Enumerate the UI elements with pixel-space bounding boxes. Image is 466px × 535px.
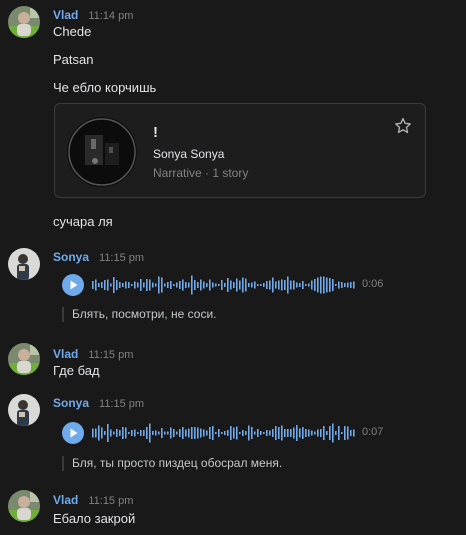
message-header: Sonya 11:15 pm	[53, 396, 144, 410]
message-text: Ебало закрой	[53, 511, 136, 526]
voice-message: 0:07	[62, 422, 392, 444]
voice-waveform[interactable]	[92, 422, 356, 444]
voice-transcript: Блять, посмотри, не соси.	[62, 307, 217, 322]
message-text: Patsan	[53, 52, 94, 67]
story-card[interactable]: ! Sonya Sonya Narrative · 1 story	[54, 103, 426, 198]
message-text: Где бад	[53, 363, 100, 378]
story-subtitle: Narrative · 1 story	[153, 166, 249, 180]
avatar-vlad[interactable]	[8, 343, 40, 375]
message-text: Chede	[53, 24, 92, 39]
message-header: Vlad 11:14 pm	[53, 8, 133, 22]
voice-message: 0:06	[62, 274, 392, 296]
author-name[interactable]: Sonya	[53, 250, 89, 264]
story-cover-image	[67, 117, 137, 187]
avatar-sonya[interactable]	[8, 248, 40, 280]
avatar-sonya[interactable]	[8, 394, 40, 426]
message-header: Vlad 11:15 pm	[53, 347, 133, 361]
author-name[interactable]: Vlad	[53, 493, 78, 507]
avatar-vlad[interactable]	[8, 490, 40, 522]
message-header: Vlad 11:15 pm	[53, 493, 133, 507]
voice-duration: 0:06	[362, 278, 384, 290]
message-text: Че ебло корчишь	[53, 80, 157, 95]
message-header: Sonya 11:15 pm	[53, 250, 144, 264]
play-icon	[70, 428, 78, 438]
avatar-vlad[interactable]	[8, 6, 40, 38]
message-time[interactable]: 11:15 pm	[88, 349, 133, 361]
voice-waveform[interactable]	[92, 274, 356, 296]
story-author[interactable]: Sonya Sonya	[153, 147, 224, 161]
story-title: !	[153, 124, 158, 141]
voice-transcript: Бля, ты просто пиздец обосрал меня.	[62, 456, 282, 471]
play-icon	[70, 280, 78, 290]
message-text: сучара ля	[53, 214, 113, 229]
message-time[interactable]: 11:15 pm	[99, 398, 144, 410]
author-name[interactable]: Vlad	[53, 347, 78, 361]
message-time[interactable]: 11:15 pm	[88, 495, 133, 507]
author-name[interactable]: Sonya	[53, 396, 89, 410]
message-time[interactable]: 11:15 pm	[99, 252, 144, 264]
voice-duration: 0:07	[362, 426, 384, 438]
author-name[interactable]: Vlad	[53, 8, 78, 22]
star-outline-icon[interactable]	[393, 116, 413, 136]
message-time[interactable]: 11:14 pm	[88, 10, 133, 22]
play-button[interactable]	[62, 422, 84, 444]
play-button[interactable]	[62, 274, 84, 296]
